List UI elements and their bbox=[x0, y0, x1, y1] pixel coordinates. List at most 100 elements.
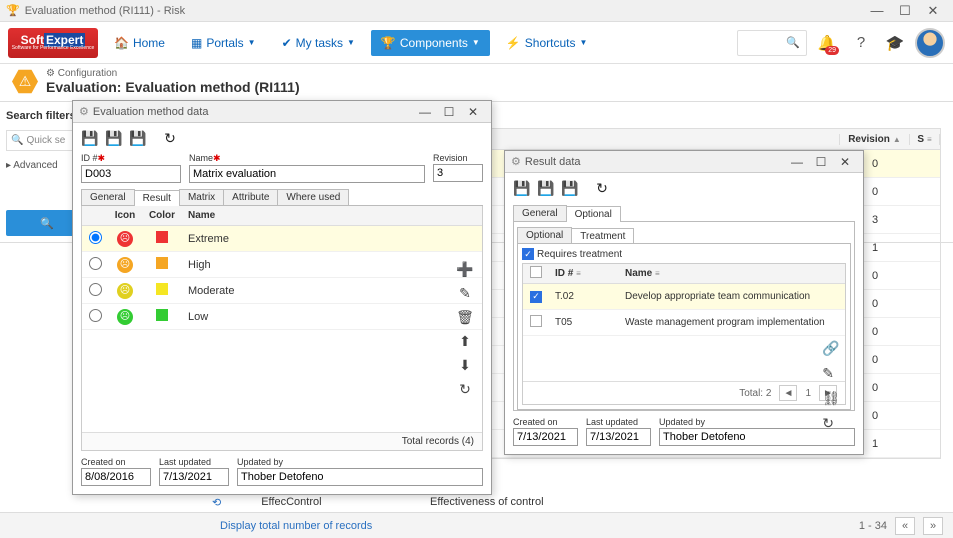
page-prev-button[interactable]: « bbox=[895, 517, 915, 535]
dialog-close-button[interactable]: ✕ bbox=[833, 155, 857, 169]
move-down-button[interactable]: ⬇ bbox=[456, 356, 474, 374]
refresh-button[interactable]: ↻ bbox=[159, 127, 181, 149]
row-radio[interactable] bbox=[89, 283, 102, 296]
dialog-minimize-button[interactable]: — bbox=[785, 155, 809, 169]
row-icon: ⟲ bbox=[212, 496, 221, 509]
row-checkbox[interactable]: ✓ bbox=[530, 291, 542, 303]
refresh-list-button[interactable]: ↻ bbox=[456, 380, 474, 398]
page-prev-button[interactable]: ◄ bbox=[779, 385, 797, 401]
bolt-icon: ⚡ bbox=[506, 36, 521, 50]
notifications-button[interactable]: 🔔29 bbox=[813, 29, 841, 57]
link-button[interactable]: 🔗 bbox=[822, 340, 840, 357]
refresh-button[interactable]: ↻ bbox=[591, 177, 613, 199]
created-on-label: Created on bbox=[81, 457, 151, 467]
result-row[interactable]: ☹Low bbox=[82, 304, 482, 330]
row-name: High bbox=[182, 259, 482, 271]
result-row[interactable]: ☹Extreme bbox=[82, 226, 482, 252]
id-input[interactable] bbox=[81, 165, 181, 183]
help-icon: ? bbox=[857, 34, 865, 51]
row-name: Moderate bbox=[182, 285, 482, 297]
tab-general[interactable]: General bbox=[513, 205, 567, 221]
tab-optional[interactable]: Optional bbox=[566, 206, 621, 222]
save-button[interactable]: 💾 bbox=[79, 127, 101, 149]
revision-label: Revision bbox=[433, 153, 483, 163]
nav-portals[interactable]: ▦Portals▼ bbox=[181, 30, 266, 56]
nav-home[interactable]: 🏠Home bbox=[104, 30, 175, 56]
row-name: Develop appropriate team communication bbox=[619, 291, 845, 302]
row-radio[interactable] bbox=[89, 309, 102, 322]
row-id: T05 bbox=[549, 317, 619, 328]
dialog-title: Evaluation method data bbox=[93, 106, 209, 118]
tab-attribute[interactable]: Attribute bbox=[223, 189, 278, 205]
col-id[interactable]: ID # ≡ bbox=[549, 268, 619, 279]
save-close-button[interactable]: 💾 bbox=[127, 127, 149, 149]
help-button[interactable]: ? bbox=[847, 29, 875, 57]
home-icon: 🏠 bbox=[114, 36, 129, 50]
page-number: 1 bbox=[805, 388, 811, 399]
check-icon: ✔ bbox=[282, 36, 292, 50]
face-icon: ☹ bbox=[117, 257, 133, 273]
col-name[interactable]: Name bbox=[182, 210, 482, 221]
display-total-link[interactable]: Display total number of records bbox=[220, 520, 372, 532]
nav-shortcuts[interactable]: ⚡Shortcuts▼ bbox=[496, 30, 598, 56]
row-id: T.02 bbox=[549, 291, 619, 302]
row-checkbox[interactable] bbox=[530, 315, 542, 327]
save-close-button[interactable]: 💾 bbox=[559, 177, 581, 199]
requires-treatment-checkbox[interactable]: ✓Requires treatment bbox=[522, 248, 846, 260]
save-button[interactable]: 💾 bbox=[511, 177, 533, 199]
col-check[interactable] bbox=[523, 266, 549, 281]
save-new-button[interactable]: 💾 bbox=[103, 127, 125, 149]
save-new-button[interactable]: 💾 bbox=[535, 177, 557, 199]
name-input[interactable] bbox=[189, 165, 425, 183]
treatment-row[interactable]: T05Waste management program implementati… bbox=[523, 310, 845, 336]
page-header: ⚠ ⚙ Configuration Evaluation: Evaluation… bbox=[0, 64, 953, 101]
trophy-icon: 🏆 bbox=[381, 36, 396, 50]
nav-components[interactable]: 🏆Components▼ bbox=[371, 30, 490, 56]
tab-general[interactable]: General bbox=[81, 189, 135, 205]
revision-input[interactable] bbox=[433, 164, 483, 182]
col-s[interactable]: S ≡ bbox=[910, 134, 940, 145]
subtab-optional[interactable]: Optional bbox=[517, 227, 572, 243]
gear-icon: ⚙ bbox=[511, 155, 521, 168]
add-button[interactable]: ➕ bbox=[456, 260, 474, 278]
education-button[interactable]: 🎓 bbox=[881, 29, 909, 57]
last-updated-label: Last updated bbox=[586, 417, 651, 427]
dialog-minimize-button[interactable]: — bbox=[413, 105, 437, 119]
result-row[interactable]: ☹ High bbox=[82, 252, 482, 278]
user-avatar[interactable] bbox=[915, 28, 945, 58]
nav-mytasks[interactable]: ✔My tasks▼ bbox=[272, 30, 365, 56]
col-color[interactable]: Color bbox=[142, 210, 182, 221]
tab-result[interactable]: Result bbox=[134, 190, 180, 206]
unlink-button[interactable]: ⛓ bbox=[822, 390, 840, 407]
caret-down-icon: ▼ bbox=[347, 38, 355, 47]
move-up-button[interactable]: ⬆ bbox=[456, 332, 474, 350]
subtab-treatment[interactable]: Treatment bbox=[571, 228, 634, 244]
window-close-button[interactable]: ✕ bbox=[919, 1, 947, 21]
caret-down-icon: ▼ bbox=[472, 38, 480, 47]
global-search[interactable]: 🔍 bbox=[737, 30, 807, 56]
tab-where-used[interactable]: Where used bbox=[277, 189, 349, 205]
col-revision[interactable]: Revision ▲ bbox=[840, 134, 910, 145]
row-name: Effectiveness of control bbox=[430, 496, 544, 508]
total-records: Total records (4) bbox=[82, 432, 482, 450]
tab-matrix[interactable]: Matrix bbox=[179, 189, 224, 205]
row-radio[interactable] bbox=[89, 231, 102, 244]
dialog-maximize-button[interactable]: ☐ bbox=[809, 155, 833, 169]
dialog-maximize-button[interactable]: ☐ bbox=[437, 105, 461, 119]
edit-button[interactable]: ✎ bbox=[822, 365, 840, 382]
treatment-row[interactable]: ✓ T.02Develop appropriate team communicat… bbox=[523, 284, 845, 310]
page-next-button[interactable]: » bbox=[923, 517, 943, 535]
result-row[interactable]: ☹Moderate bbox=[82, 278, 482, 304]
breadcrumb: ⚙ Configuration bbox=[46, 68, 300, 79]
delete-button[interactable]: 🗑 bbox=[456, 308, 474, 326]
col-icon[interactable]: Icon bbox=[108, 210, 142, 221]
dialog-close-button[interactable]: ✕ bbox=[461, 105, 485, 119]
window-minimize-button[interactable]: — bbox=[863, 1, 891, 21]
edit-button[interactable]: ✎ bbox=[456, 284, 474, 302]
window-maximize-button[interactable]: ☐ bbox=[891, 1, 919, 21]
grad-icon: 🎓 bbox=[886, 34, 905, 52]
dialog-title: Result data bbox=[525, 156, 581, 168]
refresh-list-button[interactable]: ↻ bbox=[822, 415, 840, 432]
col-name[interactable]: Name ≡ bbox=[619, 268, 845, 279]
row-radio[interactable] bbox=[89, 257, 102, 270]
